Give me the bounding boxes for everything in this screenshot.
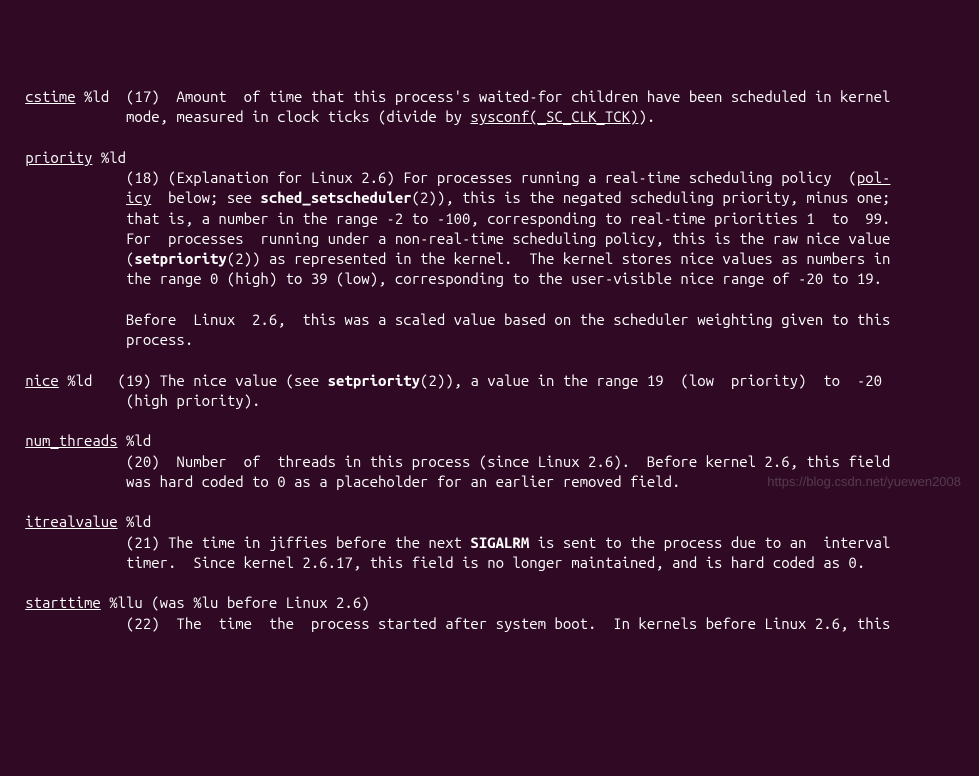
itreal-l1b: is sent to the process due to an interva… xyxy=(529,534,890,551)
field-cstime: cstime xyxy=(25,88,75,105)
policy-ref-2: icy xyxy=(126,189,151,206)
watermark: https://blog.csdn.net/yuewen2008 xyxy=(767,473,961,491)
priority-l8: process. xyxy=(126,331,193,348)
priority-l3: that is, a number in the range -2 to -10… xyxy=(126,210,890,227)
type-num-threads: %ld xyxy=(126,432,151,449)
field-priority: priority xyxy=(25,149,92,166)
field-itrealvalue: itrealvalue xyxy=(25,513,117,530)
nice-l1a: (19) The nice value (see xyxy=(118,372,328,389)
manpage-body: cstime %ld (17) Amount of time that this… xyxy=(0,87,979,634)
sysconf-ref: sysconf(_SC_CLK_TCK) xyxy=(470,108,638,125)
priority-l2b: below; see xyxy=(151,189,260,206)
priority-l4: For processes running under a non-real-t… xyxy=(126,230,890,247)
priority-l5b: (2)) as represented in the kernel. The k… xyxy=(227,250,891,267)
priority-l6: the range 0 (high) to 39 (low), correspo… xyxy=(126,270,882,287)
priority-l1: (18) (Explanation for Linux 2.6) For pro… xyxy=(126,169,857,186)
field-starttime: starttime xyxy=(25,594,101,611)
numthreads-l2: was hard coded to 0 as a placeholder for… xyxy=(126,473,680,490)
cstime-l2a: mode, measured in clock ticks (divide by xyxy=(126,108,470,125)
priority-l7: Before Linux 2.6, this was a scaled valu… xyxy=(126,311,890,328)
type-itrealvalue: %ld xyxy=(126,513,151,530)
sigalrm-ref: SIGALRM xyxy=(470,534,529,551)
priority-l2c: (2)), this is the negated scheduling pri… xyxy=(412,189,891,206)
field-nice: nice xyxy=(25,372,59,389)
itreal-l1a: (21) The time in jiffies before the next xyxy=(126,534,470,551)
setpriority-ref-1: setpriority xyxy=(134,250,226,267)
field-num-threads: num_threads xyxy=(25,432,117,449)
numthreads-l1: (20) Number of threads in this process (… xyxy=(126,453,890,470)
sched-ref: sched_setscheduler xyxy=(260,189,411,206)
type-nice: %ld xyxy=(67,372,92,389)
type-cstime: %ld xyxy=(84,88,109,105)
cstime-l1: (17) Amount of time that this process's … xyxy=(126,88,890,105)
type-starttime: %llu (was %lu before Linux 2.6) xyxy=(109,594,369,611)
itreal-l2: timer. Since kernel 2.6.17, this field i… xyxy=(126,554,865,571)
setpriority-ref-2: setpriority xyxy=(328,372,420,389)
policy-ref-1: pol- xyxy=(857,169,891,186)
nice-l2: (high priority). xyxy=(126,392,260,409)
cstime-l2b: ). xyxy=(638,108,655,125)
starttime-l1: (22) The time the process started after … xyxy=(126,615,890,632)
nice-l1b: (2)), a value in the range 19 (low prior… xyxy=(420,372,882,389)
type-priority: %ld xyxy=(101,149,126,166)
